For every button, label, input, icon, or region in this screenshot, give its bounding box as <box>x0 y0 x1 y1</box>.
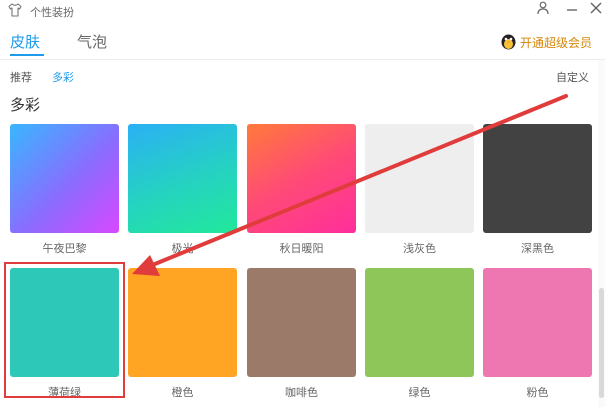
close-icon[interactable] <box>589 1 603 15</box>
subtab-recommend[interactable]: 推荐 <box>10 69 32 85</box>
skin-swatch-aurora[interactable] <box>128 124 237 233</box>
window-title: 个性装扮 <box>30 6 74 19</box>
skin-swatch-coffee[interactable] <box>247 268 356 377</box>
active-tab-indicator <box>10 54 44 56</box>
skin-swatch-deep-black[interactable] <box>483 124 592 233</box>
subtab-colorful[interactable]: 多彩 <box>52 69 74 85</box>
swatch-label: 秋日暖阳 <box>279 242 324 255</box>
swatch-label: 橙色 <box>171 386 194 399</box>
tab-bubble[interactable]: 气泡 <box>77 31 107 52</box>
skin-swatch-pink[interactable] <box>483 268 592 377</box>
penguin-icon[interactable] <box>500 33 517 50</box>
custom-button[interactable]: 自定义 <box>556 69 589 85</box>
tab-skin[interactable]: 皮肤 <box>10 31 40 52</box>
selection-highlight-box <box>4 262 125 398</box>
swatch-label: 极光 <box>171 242 194 255</box>
swatch-label: 午夜巴黎 <box>42 242 87 255</box>
swatch-label: 粉色 <box>526 386 549 399</box>
skin-swatch-light-gray[interactable] <box>365 124 474 233</box>
title-bar: 个性装扮 <box>0 0 605 22</box>
scrollbar-thumb[interactable] <box>599 288 604 398</box>
skin-swatch-autumn-sun[interactable] <box>247 124 356 233</box>
pin-icon[interactable] <box>536 1 550 15</box>
swatch-label: 绿色 <box>408 386 431 399</box>
section-title: 多彩 <box>10 96 41 114</box>
open-vip-button[interactable]: 开通超级会员 <box>520 34 592 51</box>
skin-swatch-midnight-paris[interactable] <box>10 124 119 233</box>
minimize-icon[interactable] <box>565 2 579 14</box>
tabs-divider <box>0 59 605 60</box>
skin-swatch-orange[interactable] <box>128 268 237 377</box>
swatch-label: 浅灰色 <box>403 242 436 255</box>
swatch-label: 咖啡色 <box>285 386 318 399</box>
skin-swatch-green[interactable] <box>365 268 474 377</box>
shirt-icon <box>8 3 22 17</box>
swatch-label: 深黑色 <box>521 242 554 255</box>
